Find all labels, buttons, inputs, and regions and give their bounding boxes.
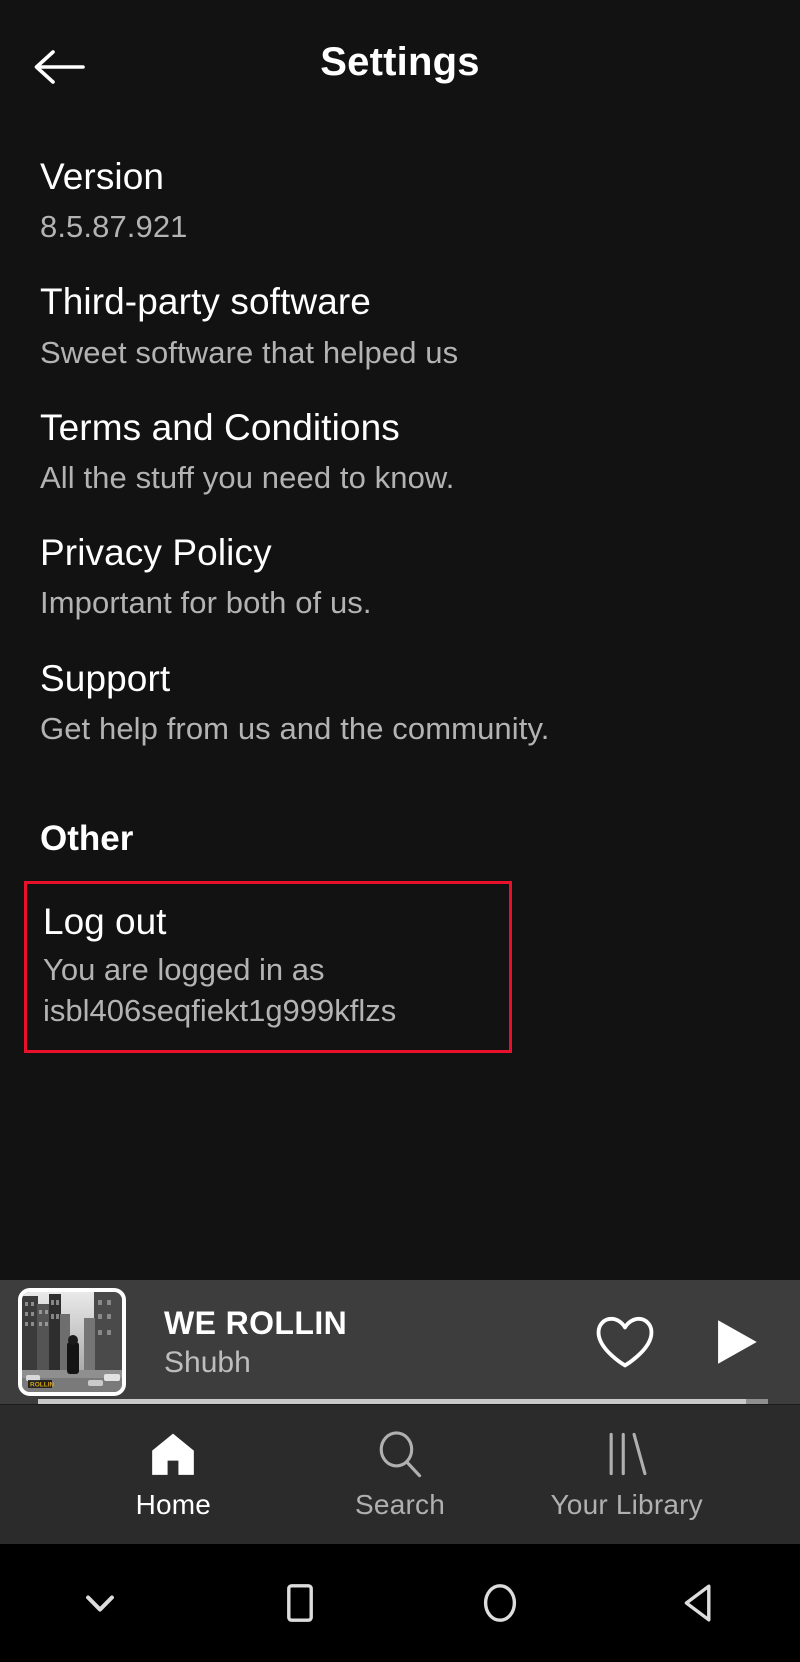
- player-controls: [594, 1313, 778, 1371]
- nav-label: Your Library: [550, 1488, 703, 1520]
- android-system-bar: [0, 1544, 800, 1662]
- playback-progress-bar[interactable]: [38, 1399, 768, 1404]
- logout-subtitle-line1: You are logged in as: [43, 951, 325, 987]
- library-icon: [609, 1432, 647, 1475]
- settings-item-subtitle: Sweet software that helped us: [40, 334, 459, 370]
- settings-item-title: Privacy Policy: [40, 532, 272, 574]
- nav-label: Search: [355, 1488, 445, 1520]
- settings-item-title: Support: [40, 657, 171, 699]
- triangle-back-icon: [684, 1584, 711, 1622]
- heart-outline-icon: [596, 1316, 654, 1368]
- album-artwork[interactable]: ROLLIN: [18, 1288, 126, 1396]
- nav-icon-wrapper: [147, 1429, 199, 1479]
- chevron-down-icon: [86, 1595, 114, 1612]
- system-home-button[interactable]: [400, 1579, 600, 1627]
- track-artist: Shubh: [164, 1345, 251, 1379]
- settings-item-subtitle: 8.5.87.921: [40, 209, 188, 245]
- bottom-navigation: Home Search Your Library: [0, 1404, 800, 1544]
- nav-icon-wrapper: [374, 1429, 426, 1479]
- settings-item-subtitle: All the stuff you need to know.: [40, 459, 455, 495]
- search-icon: [379, 1430, 422, 1477]
- logout-button[interactable]: Log out You are logged in as isbl406seqf…: [24, 881, 512, 1053]
- playback-progress-fill: [38, 1399, 747, 1404]
- circle-home-icon: [483, 1584, 517, 1622]
- svg-text:ROLLIN: ROLLIN: [30, 1382, 54, 1389]
- square-recents-icon: [287, 1584, 313, 1622]
- logout-username: isbl406seqfiekt1g999kflzs: [43, 992, 397, 1028]
- nav-item-home[interactable]: Home: [60, 1429, 287, 1521]
- settings-item-title: Third-party software: [40, 281, 371, 323]
- page-title: Settings: [320, 40, 480, 84]
- track-title: WE ROLLIN: [164, 1304, 348, 1341]
- play-button[interactable]: [706, 1313, 764, 1371]
- nav-label: Home: [135, 1488, 212, 1520]
- settings-item-subtitle: Important for both of us.: [40, 585, 372, 621]
- settings-item-title: Version: [40, 156, 165, 197]
- home-icon: [152, 1433, 195, 1475]
- settings-item-support[interactable]: Support Get help from us and the communi…: [40, 634, 760, 759]
- settings-item-terms-and-conditions[interactable]: Terms and Conditions All the stuff you n…: [40, 383, 760, 508]
- screen-header: Settings: [0, 0, 800, 132]
- play-icon: [718, 1320, 757, 1364]
- settings-item-version[interactable]: Version 8.5.87.921: [40, 132, 760, 257]
- settings-item-title: Terms and Conditions: [40, 406, 400, 448]
- settings-item-third-party-software[interactable]: Third-party software Sweet software that…: [40, 257, 760, 382]
- system-hide-keyboard-button[interactable]: [0, 1581, 200, 1625]
- settings-item-privacy-policy[interactable]: Privacy Policy Important for both of us.: [40, 508, 760, 633]
- track-info: WE ROLLIN Shubh: [126, 1305, 594, 1380]
- nav-item-search[interactable]: Search: [287, 1429, 514, 1521]
- logout-title: Log out: [43, 901, 167, 943]
- nav-icon-wrapper: [601, 1429, 653, 1479]
- album-art-image: ROLLIN: [22, 1292, 122, 1392]
- system-back-button[interactable]: [600, 1579, 800, 1627]
- settings-list: Version 8.5.87.921 Third-party software …: [0, 132, 800, 1280]
- system-recents-button[interactable]: [200, 1579, 400, 1627]
- settings-item-subtitle: Get help from us and the community.: [40, 710, 550, 746]
- section-header-other: Other: [40, 819, 134, 859]
- nav-item-your-library[interactable]: Your Library: [513, 1429, 740, 1521]
- like-button[interactable]: [594, 1314, 656, 1370]
- app-screen: Settings Version 8.5.87.921 Third-party …: [0, 0, 800, 1662]
- now-playing-bar[interactable]: ROLLIN WE ROLLIN Shubh: [0, 1280, 800, 1404]
